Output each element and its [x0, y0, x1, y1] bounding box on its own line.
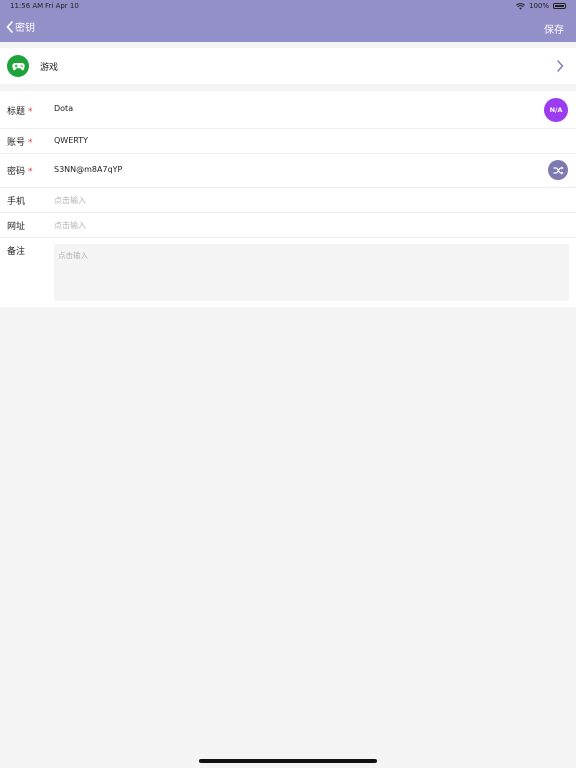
required-mark: * — [28, 107, 33, 117]
shuffle-icon — [553, 165, 564, 175]
notes-textarea[interactable]: 点击输入 — [54, 244, 569, 301]
url-label: 网址 — [7, 222, 26, 232]
url-input[interactable]: 点击输入 — [54, 220, 86, 231]
phone-input[interactable]: 点击输入 — [54, 195, 86, 206]
password-row: 密码 * S3NN@m8A7qYP — [0, 153, 576, 188]
battery-icon — [553, 3, 566, 9]
home-indicator — [199, 759, 377, 763]
required-mark: * — [28, 167, 33, 177]
category-label: 游戏 — [40, 63, 59, 73]
account-input[interactable]: QWERTY — [54, 136, 88, 145]
account-label: 账号 * — [7, 138, 33, 148]
password-input[interactable]: S3NN@m8A7qYP — [54, 165, 122, 174]
account-row: 账号 * QWERTY — [0, 128, 576, 154]
chevron-right-icon — [557, 60, 564, 72]
back-button[interactable]: 密钥 — [6, 19, 35, 34]
phone-label: 手机 — [7, 197, 26, 207]
url-row: 网址 点击输入 — [0, 212, 576, 238]
nav-bar: 11:56 AM Fri Apr 10 100% 密钥 保存 — [0, 0, 576, 42]
phone-row: 手机 点击输入 — [0, 187, 576, 213]
wifi-icon — [516, 2, 525, 10]
title-row: 标题 * Dota N/A — [0, 91, 576, 129]
back-label: 密钥 — [15, 23, 35, 34]
generate-password-button[interactable] — [548, 160, 568, 180]
title-label: 标题 * — [7, 107, 33, 117]
chevron-left-icon — [6, 20, 13, 33]
save-button[interactable]: 保存 — [544, 21, 564, 36]
entry-form: 标题 * Dota N/A 账号 * QWERTY 密码 * S3NN@m8A7qYP… — [0, 91, 576, 307]
notes-label: 备注 — [7, 247, 26, 257]
notes-placeholder: 点击输入 — [58, 251, 88, 260]
status-time: 11:56 AM — [10, 2, 44, 10]
required-mark: * — [28, 138, 33, 148]
status-date: Fri Apr 10 — [45, 2, 79, 10]
category-row[interactable]: 游戏 — [0, 48, 576, 84]
password-label: 密码 * — [7, 167, 33, 177]
gamepad-icon — [7, 55, 29, 77]
title-icon-badge[interactable]: N/A — [544, 98, 568, 122]
title-input[interactable]: Dota — [54, 104, 73, 113]
status-right: 100% — [516, 2, 566, 10]
battery-percent: 100% — [528, 2, 549, 10]
